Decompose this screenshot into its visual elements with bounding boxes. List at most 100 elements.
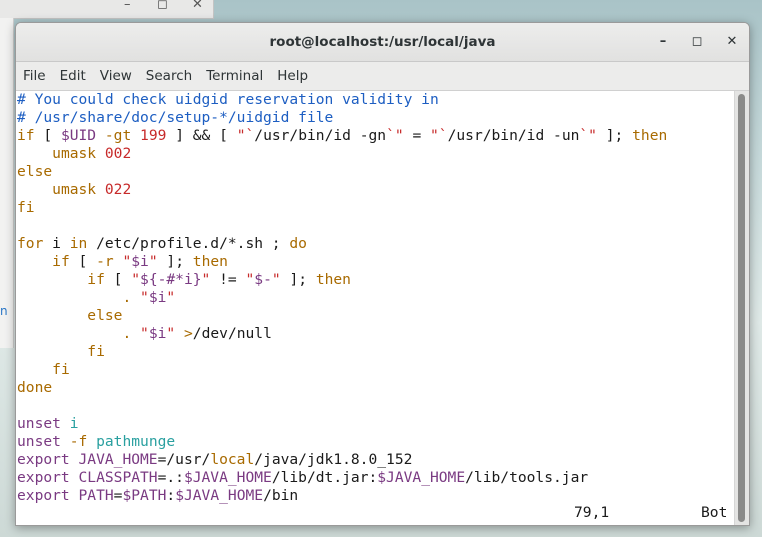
menu-file[interactable]: File bbox=[23, 66, 46, 86]
code-token: -r bbox=[96, 253, 114, 270]
code-token: ]; bbox=[280, 271, 316, 288]
code-token: ]; bbox=[157, 253, 193, 270]
code-token: i bbox=[69, 415, 79, 432]
code-token: fi bbox=[87, 343, 105, 360]
terminal-line: fi bbox=[16, 361, 735, 379]
code-token: 022 bbox=[104, 181, 132, 198]
menu-view[interactable]: View bbox=[100, 66, 132, 86]
code-token: "` bbox=[430, 127, 448, 144]
code-token: $UID bbox=[60, 127, 97, 144]
code-token: /lib/tools.jar bbox=[465, 469, 589, 486]
code-token: " bbox=[140, 289, 149, 306]
code-token: $JAVA_HOME bbox=[377, 469, 466, 486]
background-minimize-icon[interactable]: – bbox=[124, 0, 131, 12]
background-window-titlebar: – ◻ ✕ bbox=[0, 0, 214, 19]
terminal-line: else bbox=[16, 307, 735, 325]
code-token: " bbox=[131, 271, 141, 288]
minimize-icon[interactable]: – bbox=[653, 32, 673, 52]
code-token: " bbox=[148, 253, 158, 270]
terminal-scrollbar[interactable] bbox=[734, 91, 749, 525]
terminal-line: umask 002 bbox=[16, 145, 735, 163]
code-token: . bbox=[122, 325, 132, 342]
code-token: fi bbox=[52, 361, 70, 378]
code-token: $i bbox=[148, 289, 167, 306]
code-token: 199 bbox=[140, 127, 167, 144]
code-token: /usr/bin/id -un bbox=[447, 127, 580, 144]
code-token: [ bbox=[69, 253, 97, 270]
code-token: else bbox=[87, 307, 123, 324]
terminal-line: . "$i" >/dev/null bbox=[16, 325, 735, 343]
background-window-glyph: n bbox=[0, 304, 8, 318]
scroll-percent: Bot bbox=[701, 504, 728, 521]
background-maximize-icon[interactable]: ◻ bbox=[157, 0, 168, 12]
terminal-lines: # You could check uidgid reservation val… bbox=[16, 91, 735, 505]
code-token: # /usr/share/doc/setup-*/uidgid file bbox=[17, 109, 334, 126]
menu-search[interactable]: Search bbox=[146, 66, 192, 86]
code-token: . bbox=[122, 289, 132, 306]
menu-edit[interactable]: Edit bbox=[60, 66, 86, 86]
code-token: ${-#*i} bbox=[140, 271, 202, 288]
code-token: " bbox=[140, 325, 149, 342]
close-icon[interactable]: ✕ bbox=[722, 32, 742, 52]
code-token: then bbox=[632, 127, 668, 144]
code-token: `" bbox=[579, 127, 597, 144]
code-token: do bbox=[289, 235, 307, 252]
terminal-line: export JAVA_HOME=/usr/local/java/jdk1.8.… bbox=[16, 451, 735, 469]
code-token: unset bbox=[17, 433, 61, 450]
scrollbar-thumb[interactable] bbox=[738, 94, 745, 522]
code-token: CLASSPATH bbox=[78, 469, 158, 486]
code-token: fi bbox=[17, 199, 35, 216]
cursor-position: 79,1 bbox=[574, 504, 610, 521]
terminal-line: export CLASSPATH=.:$JAVA_HOME/lib/dt.jar… bbox=[16, 469, 735, 487]
code-token: JAVA_HOME bbox=[78, 451, 158, 468]
code-token: [ bbox=[104, 271, 132, 288]
code-token: unset bbox=[17, 415, 61, 432]
terminal-line: . "$i" bbox=[16, 289, 735, 307]
code-token: " bbox=[166, 325, 176, 342]
terminal-line: export PATH=$PATH:$JAVA_HOME/bin bbox=[16, 487, 735, 505]
code-token: /usr/bin/id -gn bbox=[254, 127, 387, 144]
code-token: ]; bbox=[596, 127, 633, 144]
code-token: =/usr/ bbox=[157, 451, 211, 468]
maximize-icon[interactable]: ◻ bbox=[687, 32, 707, 52]
menu-help[interactable]: Help bbox=[277, 66, 308, 86]
code-token: $JAVA_HOME bbox=[175, 487, 264, 504]
code-token: /dev/null bbox=[192, 325, 272, 342]
code-token: export bbox=[17, 487, 70, 504]
code-token: export bbox=[17, 469, 70, 486]
terminal-line: else bbox=[16, 163, 735, 181]
terminal-line: # You could check uidgid reservation val… bbox=[16, 91, 735, 109]
terminal-line: unset -f pathmunge bbox=[16, 433, 735, 451]
code-token: " bbox=[166, 289, 176, 306]
terminal-line: unset i bbox=[16, 415, 735, 433]
code-token: /bin bbox=[263, 487, 299, 504]
code-token: local bbox=[210, 451, 255, 468]
title-bar[interactable]: root@localhost:/usr/local/java – ◻ ✕ bbox=[16, 23, 749, 62]
code-token: = bbox=[403, 127, 431, 144]
terminal-content[interactable]: # You could check uidgid reservation val… bbox=[16, 91, 735, 525]
code-token: # You could check uidgid reservation val… bbox=[17, 91, 439, 108]
code-token: $JAVA_HOME bbox=[183, 469, 272, 486]
code-token: 002 bbox=[104, 145, 132, 162]
code-token: -gt bbox=[104, 127, 132, 144]
terminal-line: umask 022 bbox=[16, 181, 735, 199]
code-token: `" bbox=[386, 127, 404, 144]
menu-terminal[interactable]: Terminal bbox=[206, 66, 263, 86]
background-close-icon[interactable]: ✕ bbox=[192, 0, 203, 12]
